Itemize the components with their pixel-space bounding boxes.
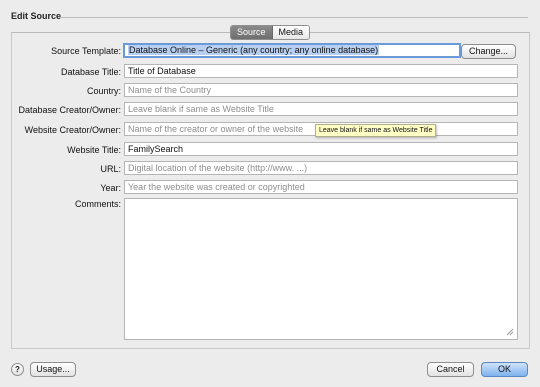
usage-button[interactable]: Usage...	[30, 362, 76, 377]
resize-grip-icon[interactable]	[505, 327, 514, 336]
comments-textarea[interactable]	[124, 198, 518, 340]
website-title-label: Website Title:	[67, 145, 121, 155]
database-title-field[interactable]: Title of Database	[124, 64, 518, 78]
cancel-button[interactable]: Cancel	[427, 362, 474, 377]
source-template-field[interactable]: Database Online – Generic (any country; …	[123, 43, 461, 58]
country-field[interactable]: Name of the Country	[124, 83, 518, 97]
website-creator-label: Website Creator/Owner:	[24, 125, 121, 135]
tab-bar: Source Media	[230, 25, 311, 40]
source-template-value: Database Online – Generic (any country; …	[128, 45, 380, 55]
year-label: Year:	[100, 183, 121, 193]
change-button[interactable]: Change...	[461, 44, 516, 59]
url-label: URL:	[100, 164, 121, 174]
help-button[interactable]: ?	[11, 363, 24, 376]
url-field[interactable]: Digital location of the website (http://…	[124, 161, 518, 175]
comments-label: Comments:	[74, 199, 121, 209]
website-title-field[interactable]: FamilySearch	[124, 142, 518, 156]
database-creator-field[interactable]: Leave blank if same as Website Title	[124, 102, 518, 116]
dialog-title: Edit Source	[11, 11, 62, 21]
year-field[interactable]: Year the website was created or copyrigh…	[124, 180, 518, 194]
database-creator-label: Database Creator/Owner:	[18, 105, 121, 115]
tab-source[interactable]: Source	[231, 26, 273, 39]
database-title-label: Database Title:	[60, 67, 121, 77]
tab-media[interactable]: Media	[272, 26, 310, 39]
source-template-label: Source Template:	[51, 46, 121, 56]
title-divider	[60, 17, 528, 18]
edit-source-dialog: Edit Source Source Media Source Template…	[0, 0, 540, 387]
ok-button[interactable]: OK	[481, 362, 528, 377]
tooltip: Leave blank if same as Website Title	[315, 124, 437, 137]
country-label: Country:	[86, 86, 121, 96]
